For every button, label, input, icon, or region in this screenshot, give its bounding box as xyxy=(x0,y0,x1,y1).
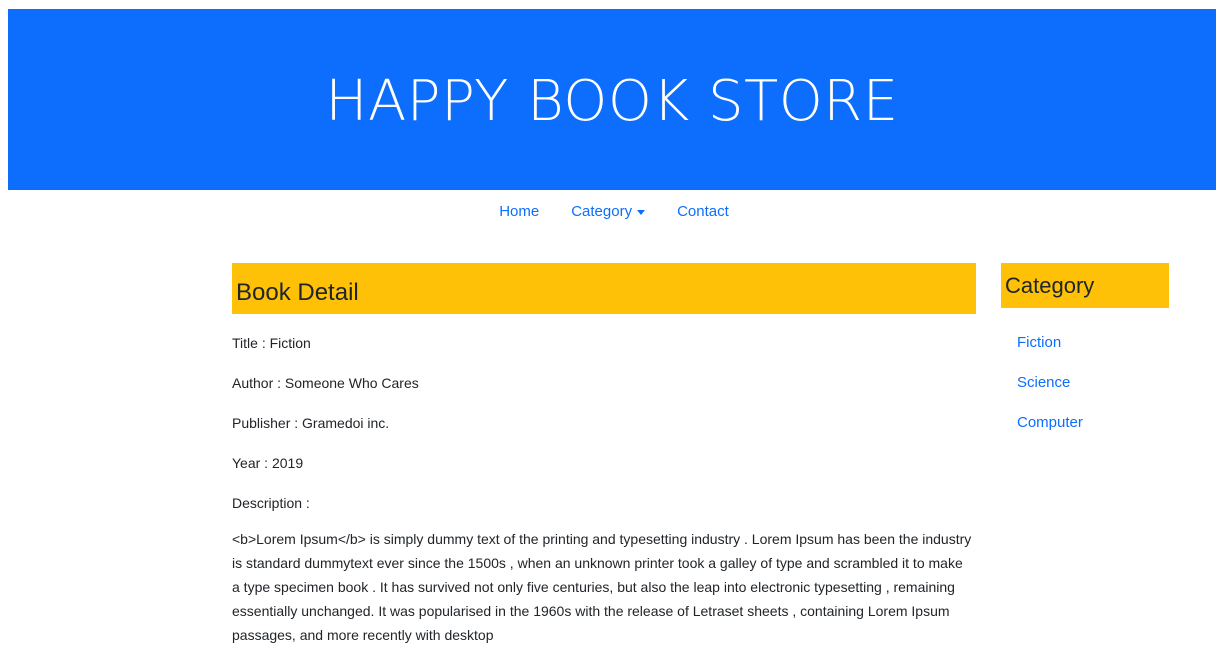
category-list-item: Fiction xyxy=(1001,322,1169,362)
category-list: Fiction Science Computer xyxy=(1001,322,1169,442)
category-link-computer[interactable]: Computer xyxy=(1017,414,1083,431)
book-publisher: Publisher : Gramedoi inc. xyxy=(232,415,390,431)
category-sidebar-header: Category xyxy=(1001,263,1169,308)
book-detail-heading: Book Detail xyxy=(236,278,359,306)
category-sidebar-heading: Category xyxy=(1005,272,1095,298)
book-year: Year : 2019 xyxy=(232,455,304,471)
category-sidebar: Category Fiction Science Computer xyxy=(1001,263,1169,442)
book-detail-section: Book Detail Title : Fiction Author : Som… xyxy=(232,263,976,647)
category-link-science[interactable]: Science xyxy=(1017,374,1070,391)
book-author: Author : Someone Who Cares xyxy=(232,375,419,391)
book-detail-header: Book Detail xyxy=(232,263,976,314)
site-title: HAPPY BOOK STORE xyxy=(325,69,899,134)
top-navbar: Home Category Contact xyxy=(0,190,1216,232)
caret-down-icon xyxy=(637,209,646,215)
site-banner: HAPPY BOOK STORE xyxy=(8,9,1216,190)
category-list-item: Computer xyxy=(1001,402,1169,442)
book-fields: Title : Fiction Author : Someone Who Car… xyxy=(232,323,976,523)
category-link-fiction[interactable]: Fiction xyxy=(1017,334,1061,351)
nav-category-dropdown[interactable]: Category xyxy=(555,203,661,220)
book-title: Title : Fiction xyxy=(232,335,311,351)
category-list-item: Science xyxy=(1001,362,1169,402)
book-description-label: Description : xyxy=(232,495,310,511)
nav-contact-link[interactable]: Contact xyxy=(661,203,745,220)
nav-home-link[interactable]: Home xyxy=(483,203,555,220)
book-description: <b>Lorem Ipsum</b> is simply dummy text … xyxy=(232,531,972,643)
nav-category-label: Category xyxy=(571,202,633,220)
page: HAPPY BOOK STORE Home Category Contact B… xyxy=(0,0,1216,650)
